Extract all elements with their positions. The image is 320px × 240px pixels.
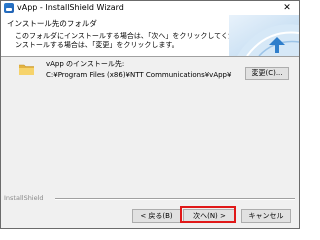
next-button-highlight (180, 206, 236, 223)
banner-title: インストール先のフォルダ (7, 19, 97, 28)
close-button[interactable]: ✕ (279, 1, 295, 15)
destination-path: C:¥Program Files (x86)¥NTT Communication… (46, 71, 232, 79)
installshield-brand-label: InstallShield (4, 194, 44, 202)
header-banner: インストール先のフォルダ このフォルダにインストールする場合は、「次へ」をクリッ… (1, 15, 299, 57)
window-title: vApp - InstallShield Wizard (17, 3, 124, 12)
app-icon (4, 3, 14, 13)
install-disc-icon (229, 15, 299, 56)
install-disc-graphic (229, 15, 299, 56)
folder-icon (19, 64, 34, 75)
installer-window: vApp - InstallShield Wizard ✕ インストール先のフォ… (0, 0, 300, 229)
footer-divider (55, 198, 295, 200)
back-button[interactable]: < 戻る(B) (132, 209, 181, 223)
change-button[interactable]: 変更(C)... (245, 67, 289, 80)
destination-label: vApp のインストール先: (46, 60, 125, 68)
title-bar[interactable]: vApp - InstallShield Wizard ✕ (1, 1, 299, 15)
cancel-button[interactable]: キャンセル (241, 209, 291, 223)
